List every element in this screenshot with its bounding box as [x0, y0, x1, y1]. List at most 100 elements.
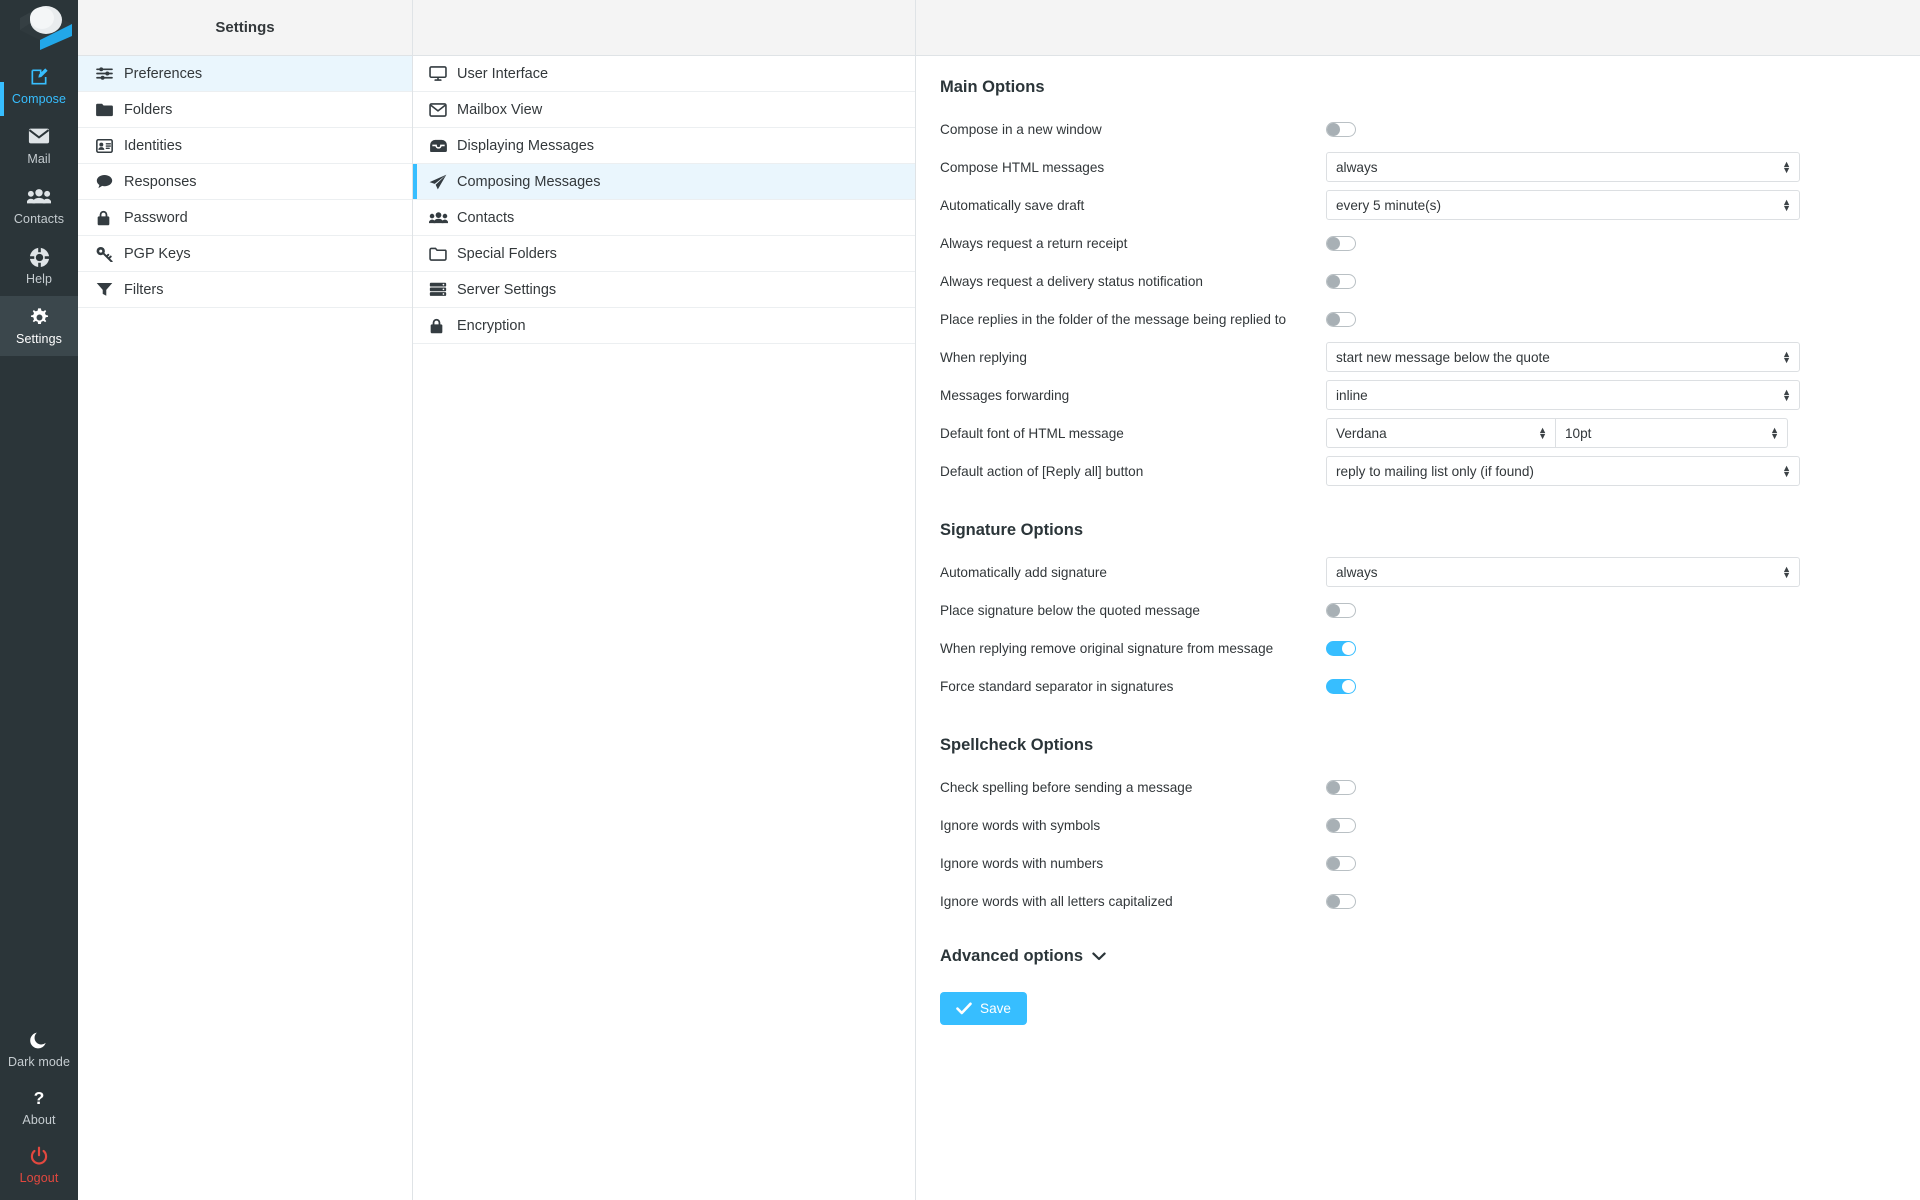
rail-item-contacts[interactable]: Contacts [0, 176, 78, 236]
section-item-label: Composing Messages [457, 173, 601, 190]
toggle-knob [1327, 274, 1340, 288]
section-item-encryption[interactable]: Encryption [413, 308, 915, 344]
people-icon [429, 211, 455, 224]
select-compose-html-messages[interactable]: neveralwayson reply to HTML messageon fo… [1326, 152, 1800, 182]
section-item-displaying-messages[interactable]: Displaying Messages [413, 128, 915, 164]
rail-item-compose[interactable]: Compose [0, 56, 78, 116]
select-automatically-save-draft[interactable]: neverevery 1 minute(s)every 3 minute(s)e… [1326, 190, 1800, 220]
select-wrap: inlineas attachment ▲▼ [1326, 380, 1800, 410]
field-label: Ignore words with symbols [940, 817, 1101, 833]
field-label: Compose HTML messages [940, 159, 1105, 175]
rail-item-mail[interactable]: Mail [0, 116, 78, 176]
field-label: Place signature below the quoted message [940, 602, 1200, 618]
field-ignore-words-all-caps: Ignore words with all letters capitalize… [928, 885, 1896, 917]
toggle-ignore-words-with-numbers[interactable] [1326, 855, 1356, 871]
save-button[interactable]: Save [940, 992, 1027, 1025]
sidebar-item-pgp-keys[interactable]: PGP Keys [78, 236, 412, 272]
rail-item-dark-mode[interactable]: Dark mode [0, 1020, 78, 1078]
field-label: Force standard separator in signatures [940, 678, 1174, 694]
field-place-signature-below-quote: Place signature below the quoted message [928, 594, 1896, 626]
toggle-place-signature-below-quote[interactable] [1326, 602, 1356, 618]
settings-column-header: Settings [78, 0, 412, 56]
rail-item-label: About [22, 1112, 56, 1127]
sidebar-item-preferences[interactable]: Preferences [78, 56, 412, 92]
select-wrap: neveralwayson reply to HTML messageon fo… [1326, 152, 1800, 182]
section-heading-main-options: Main Options [940, 78, 1045, 96]
sidebar-item-identities[interactable]: Identities [78, 128, 412, 164]
lifebuoy-icon [29, 247, 50, 269]
field-check-spelling-before-sending: Check spelling before sending a message [928, 771, 1896, 803]
select-default-font-family[interactable]: ArialCourier NewGeorgiaHelveticaTahomaTi… [1326, 418, 1556, 448]
sidebar-item-folders[interactable]: Folders [78, 92, 412, 128]
moon-icon [29, 1030, 49, 1052]
section-heading-spellcheck-options: Spellcheck Options [940, 736, 1094, 754]
toggle-check-spelling-before-sending[interactable] [1326, 779, 1356, 795]
sidebar-item-label: Identities [124, 137, 183, 154]
rail-item-label: Mail [27, 151, 51, 166]
inbox-icon [429, 139, 455, 153]
advanced-options-toggle[interactable]: Advanced options [928, 947, 1896, 966]
field-remove-original-signature: When replying remove original signature … [928, 632, 1896, 664]
preferences-form: Main Options Compose in a new window Com… [916, 78, 1920, 1025]
section-item-mailbox-view[interactable]: Mailbox View [413, 92, 915, 128]
select-default-action-reply-all[interactable]: reply to allreply to mailing list only (… [1326, 456, 1800, 486]
toggle-force-standard-separator[interactable] [1326, 678, 1356, 694]
section-item-contacts[interactable]: Contacts [413, 200, 915, 236]
sidebar-item-filters[interactable]: Filters [78, 272, 412, 308]
field-label: Check spelling before sending a message [940, 779, 1193, 795]
field-default-font-html-message: Default font of HTML message ArialCourie… [928, 417, 1896, 449]
field-label: When replying remove original signature … [940, 640, 1274, 656]
toggle-knob [1327, 603, 1340, 617]
select-when-replying[interactable]: do not quote the original messagestart n… [1326, 342, 1800, 372]
sidebar-item-password[interactable]: Password [78, 200, 412, 236]
section-item-label: Contacts [457, 209, 515, 226]
lock-icon [96, 210, 122, 226]
rail-item-about[interactable]: ? About [0, 1078, 78, 1136]
logo-wrap [0, 0, 78, 56]
sidebar-item-label: Folders [124, 101, 173, 118]
power-icon [29, 1146, 49, 1168]
toggle-always-request-return-receipt[interactable] [1326, 235, 1356, 251]
field-ignore-words-with-symbols: Ignore words with symbols [928, 809, 1896, 841]
sliders-icon [96, 66, 122, 81]
envelope-icon [429, 102, 455, 117]
field-when-replying: When replying do not quote the original … [928, 341, 1896, 373]
section-item-special-folders[interactable]: Special Folders [413, 236, 915, 272]
speech-bubble-icon [96, 174, 122, 189]
field-label: When replying [940, 349, 1027, 365]
field-compose-in-new-window: Compose in a new window [928, 113, 1896, 145]
section-item-composing-messages[interactable]: Composing Messages [413, 164, 915, 200]
toggle-ignore-words-all-caps[interactable] [1326, 893, 1356, 909]
select-messages-forwarding[interactable]: inlineas attachment [1326, 380, 1800, 410]
section-item-server-settings[interactable]: Server Settings [413, 272, 915, 308]
rail-item-help[interactable]: Help [0, 236, 78, 296]
toggle-ignore-words-with-symbols[interactable] [1326, 817, 1356, 833]
font-select-group: ArialCourier NewGeorgiaHelveticaTahomaTi… [1326, 418, 1788, 448]
toggle-compose-in-new-window[interactable] [1326, 121, 1356, 137]
select-wrap: neverevery 1 minute(s)every 3 minute(s)e… [1326, 190, 1800, 220]
sidebar-item-label: Preferences [124, 65, 203, 82]
toggle-remove-original-signature[interactable] [1326, 640, 1356, 656]
gear-icon [29, 307, 50, 329]
folder-filled-icon [96, 103, 122, 117]
chevron-down-icon [1092, 952, 1106, 961]
rail-item-settings[interactable]: Settings [0, 296, 78, 356]
main-scroll-area[interactable]: Main Options Compose in a new window Com… [916, 56, 1920, 1200]
question-icon: ? [29, 1088, 49, 1110]
svg-text:?: ? [34, 1088, 45, 1108]
select-default-font-size[interactable]: 8pt10pt12pt14pt18pt24pt36pt [1556, 418, 1788, 448]
section-item-user-interface[interactable]: User Interface [413, 56, 915, 92]
sidebar-item-responses[interactable]: Responses [78, 164, 412, 200]
toggle-place-replies-in-folder[interactable] [1326, 311, 1356, 327]
lock-icon [429, 318, 455, 334]
field-automatically-save-draft: Automatically save draft neverevery 1 mi… [928, 189, 1896, 221]
select-automatically-add-signature[interactable]: neveralwaysnew message onlyreplies and f… [1326, 557, 1800, 587]
toggle-always-request-dsn[interactable] [1326, 273, 1356, 289]
select-wrap: 8pt10pt12pt14pt18pt24pt36pt ▲▼ [1556, 418, 1788, 448]
sidebar-item-label: Filters [124, 281, 164, 298]
rail-item-label: Compose [11, 91, 67, 106]
rail-item-label: Dark mode [7, 1054, 71, 1069]
rail-item-logout[interactable]: Logout [0, 1136, 78, 1194]
toggle-knob [1327, 780, 1340, 794]
sections-column: User Interface Mailbox View Displaying M… [413, 0, 916, 1200]
